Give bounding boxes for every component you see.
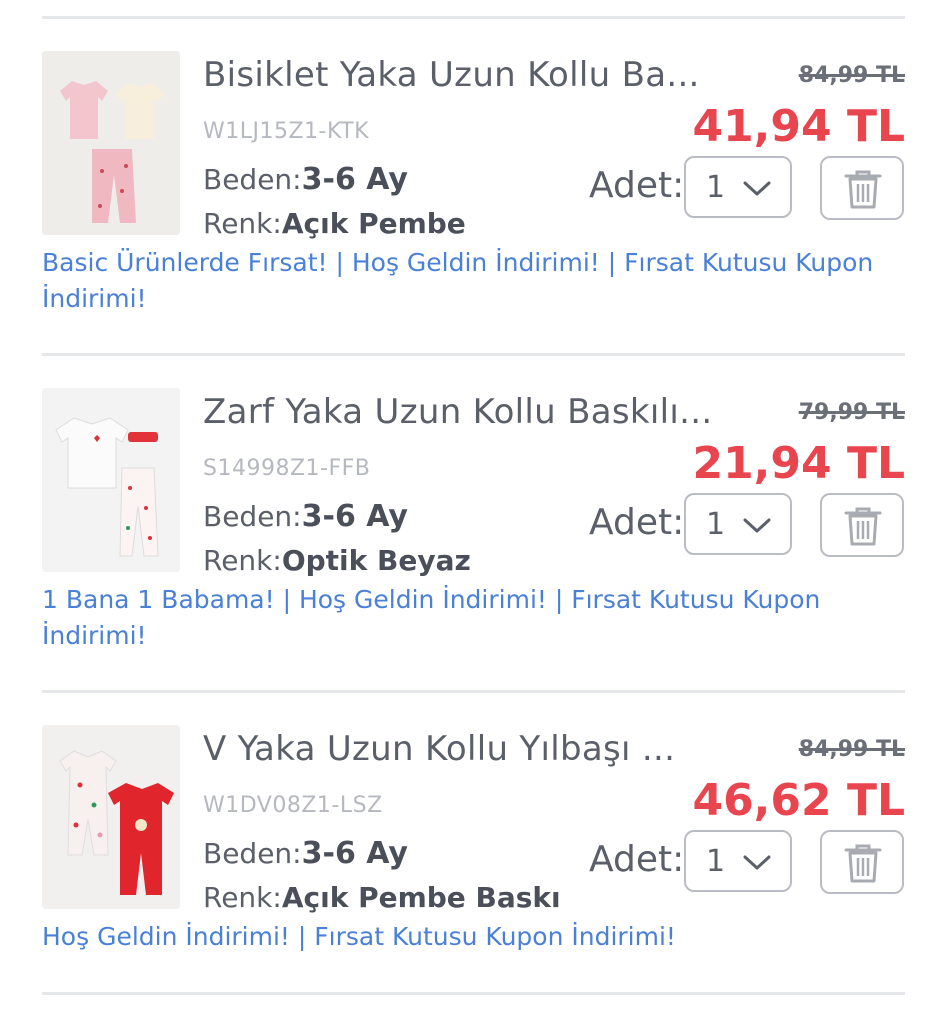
size-value: 3-6 Ay xyxy=(301,162,408,197)
color-value: Açık Pembe Baskı xyxy=(281,881,561,914)
color-label: Renk: xyxy=(203,881,282,914)
product-title[interactable]: V Yaka Uzun Kollu Yılbaşı ... xyxy=(203,729,723,769)
color-value: Açık Pembe xyxy=(281,207,466,240)
quantity-select[interactable]: 1 xyxy=(684,156,792,218)
size-row: Beden:3-6 Ay xyxy=(203,836,408,871)
quantity-label: Adet: xyxy=(589,839,685,880)
quantity-value: 1 xyxy=(706,170,726,205)
quantity-select[interactable]: 1 xyxy=(684,830,792,892)
product-title[interactable]: Zarf Yaka Uzun Kollu Baskılı... xyxy=(203,392,723,432)
product-image[interactable] xyxy=(42,725,180,909)
delete-button[interactable] xyxy=(820,830,904,894)
trash-icon xyxy=(844,844,882,883)
product-image[interactable] xyxy=(42,51,180,235)
color-value: Optik Beyaz xyxy=(281,544,471,577)
color-label: Renk: xyxy=(203,544,282,577)
product-sku: S14998Z1-FFB xyxy=(203,456,371,481)
color-row: Renk:Açık Pembe xyxy=(203,207,466,240)
size-label: Beden: xyxy=(203,500,302,533)
size-row: Beden:3-6 Ay xyxy=(203,499,408,534)
chevron-down-icon xyxy=(743,855,771,870)
size-value: 3-6 Ay xyxy=(301,499,408,534)
old-price: 84,99 TL xyxy=(798,63,905,88)
promotion-links[interactable]: 1 Bana 1 Babama! | Hoş Geldin İndirimi! … xyxy=(42,582,912,654)
size-label: Beden: xyxy=(203,837,302,870)
quantity-label: Adet: xyxy=(589,165,685,206)
product-image[interactable] xyxy=(42,388,180,572)
quantity-value: 1 xyxy=(706,844,726,879)
cart-item: Bisiklet Yaka Uzun Kollu Ba... W1LJ15Z1-… xyxy=(0,17,947,354)
product-title[interactable]: Bisiklet Yaka Uzun Kollu Ba... xyxy=(203,55,723,95)
quantity-label: Adet: xyxy=(589,502,685,543)
quantity-select[interactable]: 1 xyxy=(684,493,792,555)
trash-icon xyxy=(844,507,882,546)
delete-button[interactable] xyxy=(820,493,904,557)
delete-button[interactable] xyxy=(820,156,904,220)
color-row: Renk:Açık Pembe Baskı xyxy=(203,881,561,914)
product-sku: W1DV08Z1-LSZ xyxy=(203,793,383,818)
trash-icon xyxy=(844,170,882,209)
cart-item: V Yaka Uzun Kollu Yılbaşı ... W1DV08Z1-L… xyxy=(0,691,947,1028)
quantity-value: 1 xyxy=(706,507,726,542)
size-value: 3-6 Ay xyxy=(301,836,408,871)
promotion-links[interactable]: Hoş Geldin İndirimi! | Fırsat Kutusu Kup… xyxy=(42,919,912,955)
cart-item: Zarf Yaka Uzun Kollu Baskılı... S14998Z1… xyxy=(0,354,947,691)
item-divider xyxy=(42,992,905,995)
chevron-down-icon xyxy=(743,518,771,533)
sale-price: 21,94 TL xyxy=(692,438,905,489)
color-label: Renk: xyxy=(203,207,282,240)
promotion-links[interactable]: Basic Ürünlerde Fırsat! | Hoş Geldin İnd… xyxy=(42,245,912,317)
old-price: 79,99 TL xyxy=(798,400,905,425)
size-label: Beden: xyxy=(203,163,302,196)
sale-price: 46,62 TL xyxy=(692,775,905,826)
chevron-down-icon xyxy=(743,181,771,196)
product-sku: W1LJ15Z1-KTK xyxy=(203,119,370,144)
sale-price: 41,94 TL xyxy=(692,101,905,152)
color-row: Renk:Optik Beyaz xyxy=(203,544,471,577)
size-row: Beden:3-6 Ay xyxy=(203,162,408,197)
old-price: 84,99 TL xyxy=(798,737,905,762)
